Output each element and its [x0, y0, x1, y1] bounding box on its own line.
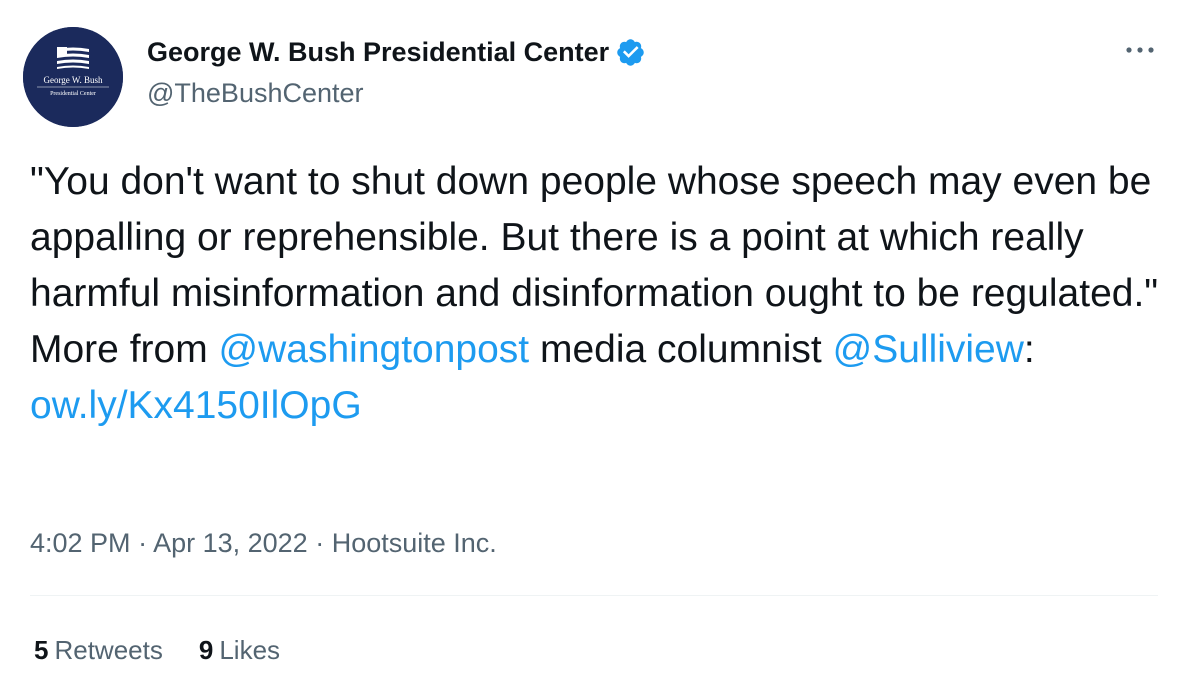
author-name-row[interactable]: George W. Bush Presidential Center [147, 34, 646, 70]
avatar-line1: George W. Bush [43, 75, 103, 85]
tweet-link[interactable]: ow.ly/Kx4150IlOpG [30, 384, 362, 427]
tweet-text-part2: media columnist [529, 328, 833, 371]
tweet-stats: 5 Retweets 9 Likes [34, 632, 316, 668]
divider [30, 595, 1158, 596]
tweet-source[interactable]: Hootsuite Inc. [332, 528, 497, 558]
likes-stat[interactable]: 9 Likes [199, 632, 280, 668]
more-options-icon[interactable] [1124, 40, 1156, 60]
author-name[interactable]: George W. Bush Presidential Center [147, 34, 609, 70]
likes-count: 9 [198, 635, 214, 665]
tweet-text-part3: : [1023, 328, 1046, 371]
meta-separator: · [130, 528, 154, 558]
tweet-date[interactable]: Apr 13, 2022 [153, 528, 308, 558]
tweet-time[interactable]: 4:02 PM [30, 528, 131, 558]
mention-sulliview[interactable]: @Sulliview [833, 328, 1024, 371]
author-handle[interactable]: @TheBushCenter [147, 76, 364, 110]
avatar[interactable]: George W. Bush Presidential Center [23, 27, 123, 127]
avatar-line2: Presidential Center [50, 91, 96, 97]
retweets-stat[interactable]: 5 Retweets [34, 632, 163, 668]
verified-badge-icon [617, 38, 644, 66]
tweet-meta: 4:02 PM · Apr 13, 2022 · Hootsuite Inc. [30, 525, 497, 561]
meta-separator: · [307, 528, 332, 558]
likes-label: Likes [219, 635, 281, 665]
tweet-card: George W. Bush Presidential Center Georg… [0, 0, 1192, 696]
mention-washingtonpost[interactable]: @washingtonpost [219, 328, 530, 371]
bush-center-logo-icon: George W. Bush Presidential Center [23, 27, 123, 127]
retweets-count: 5 [34, 635, 49, 665]
tweet-text: "You don't want to shut down people whos… [30, 154, 1160, 434]
retweets-label: Retweets [54, 635, 163, 665]
